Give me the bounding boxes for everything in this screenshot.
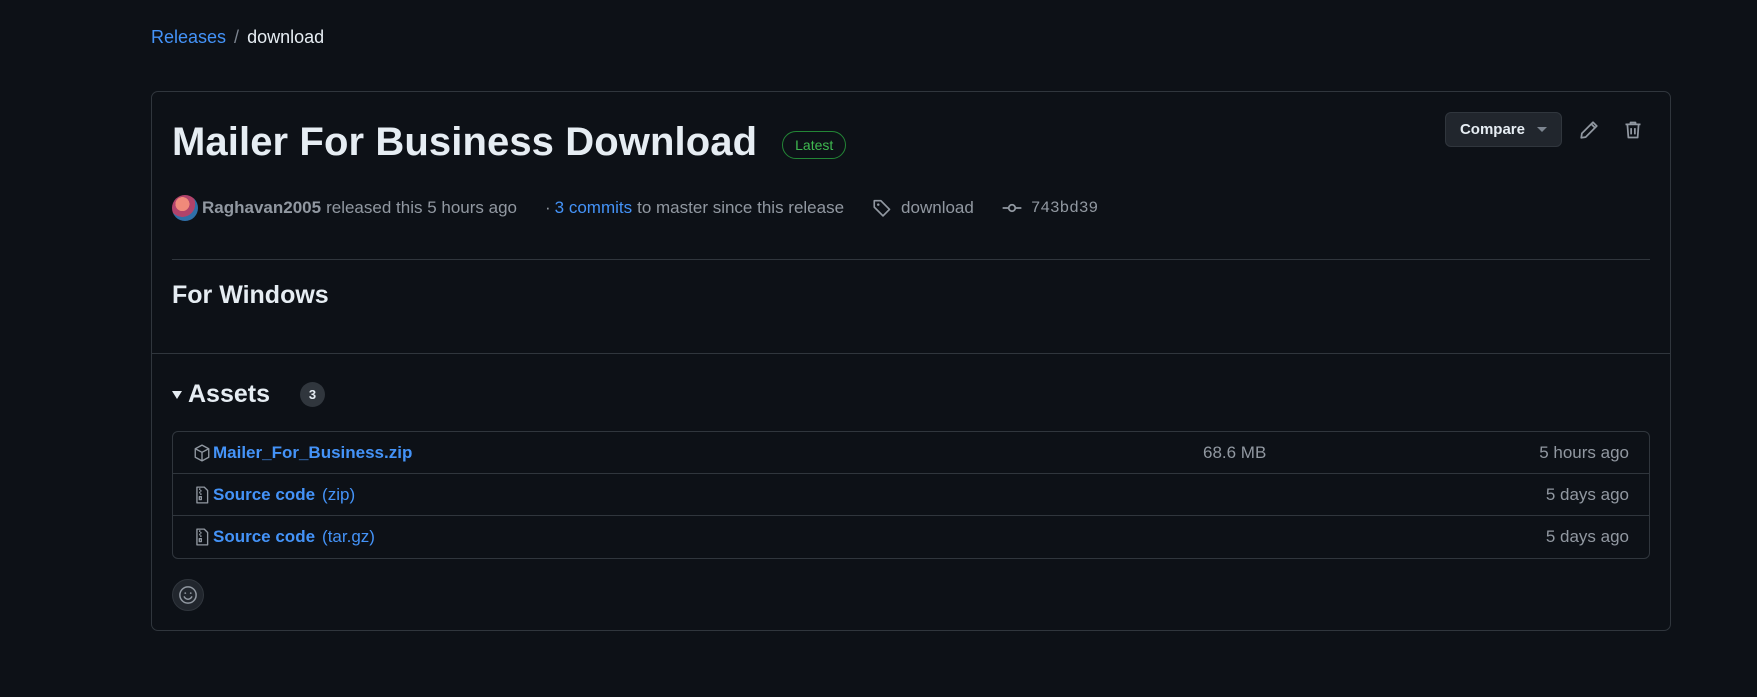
assets-count-badge: 3 bbox=[300, 382, 325, 407]
latest-badge: Latest bbox=[782, 130, 847, 159]
file-zip-icon bbox=[196, 528, 209, 546]
package-icon bbox=[194, 443, 210, 462]
asset-name: Mailer_For_Business.zip bbox=[213, 442, 413, 462]
commit-sha: 743bd39 bbox=[1030, 199, 1099, 217]
assets-list: Mailer_For_Business.zip 68.6 MB 5 hours … bbox=[172, 431, 1650, 559]
release-title: Mailer For Business Download bbox=[172, 120, 758, 164]
tag-link[interactable]: download bbox=[872, 198, 974, 218]
release-header: Mailer For Business Download Latest Comp… bbox=[152, 92, 1670, 354]
asset-link[interactable]: Source code (zip) bbox=[193, 485, 355, 505]
trash-icon bbox=[1625, 121, 1641, 138]
compare-button[interactable]: Compare bbox=[1444, 112, 1562, 147]
release-actions: Compare bbox=[1444, 112, 1650, 147]
asset-link[interactable]: Mailer_For_Business.zip bbox=[193, 443, 412, 463]
asset-format: (tar.gz) bbox=[322, 527, 375, 546]
release-meta: Raghavan2005 released this 5 hours ago ·… bbox=[172, 195, 1098, 221]
commits-since-text: to master since this release bbox=[637, 198, 845, 217]
asset-time: 5 days ago bbox=[1545, 527, 1629, 546]
asset-link[interactable]: Source code (tar.gz) bbox=[193, 527, 375, 547]
released-text: released this 5 hours ago bbox=[326, 198, 517, 217]
asset-time: 5 hours ago bbox=[1539, 442, 1629, 462]
edit-release-button[interactable] bbox=[1572, 113, 1606, 147]
breadcrumb-current: download bbox=[247, 27, 325, 47]
asset-name: Source code bbox=[213, 484, 316, 504]
asset-row: Source code (zip) 5 days ago bbox=[173, 474, 1649, 516]
assets-toggle[interactable]: Assets 3 bbox=[172, 380, 325, 409]
release-card: Mailer For Business Download Latest Comp… bbox=[151, 91, 1671, 631]
asset-name: Source code bbox=[213, 527, 316, 546]
tag-icon bbox=[873, 199, 891, 217]
asset-row: Source code (tar.gz) 5 days ago bbox=[173, 516, 1649, 558]
commit-sha-link[interactable]: 743bd39 bbox=[1002, 198, 1098, 218]
avatar[interactable] bbox=[172, 195, 198, 221]
chevron-down-icon bbox=[1537, 127, 1547, 132]
asset-size: 68.6 MB bbox=[1203, 442, 1267, 462]
asset-row: Mailer_For_Business.zip 68.6 MB 5 hours … bbox=[173, 432, 1649, 474]
assets-title: Assets bbox=[188, 380, 270, 408]
caret-down-icon bbox=[172, 390, 182, 399]
breadcrumb-releases-link[interactable]: Releases bbox=[151, 27, 226, 48]
delete-release-button[interactable] bbox=[1616, 113, 1650, 147]
file-zip-icon bbox=[196, 485, 209, 504]
tag-label: download bbox=[901, 198, 974, 217]
breadcrumb-separator: / bbox=[234, 27, 240, 47]
git-commit-icon bbox=[1002, 203, 1022, 213]
add-reaction-button[interactable] bbox=[172, 579, 204, 611]
asset-time: 5 days ago bbox=[1545, 484, 1629, 504]
header-divider bbox=[172, 259, 1650, 260]
smiley-icon bbox=[179, 586, 197, 604]
meta-dot: · bbox=[544, 198, 551, 217]
release-title-row: Mailer For Business Download Latest bbox=[172, 120, 847, 165]
breadcrumb: Releases / download bbox=[151, 27, 324, 48]
commits-link[interactable]: 3 commits bbox=[555, 198, 632, 218]
pencil-icon bbox=[1580, 120, 1598, 139]
compare-button-label: Compare bbox=[1459, 121, 1525, 138]
asset-format: (zip) bbox=[322, 484, 356, 504]
release-body-heading: For Windows bbox=[172, 281, 329, 309]
author-link[interactable]: Raghavan2005 bbox=[202, 198, 321, 218]
